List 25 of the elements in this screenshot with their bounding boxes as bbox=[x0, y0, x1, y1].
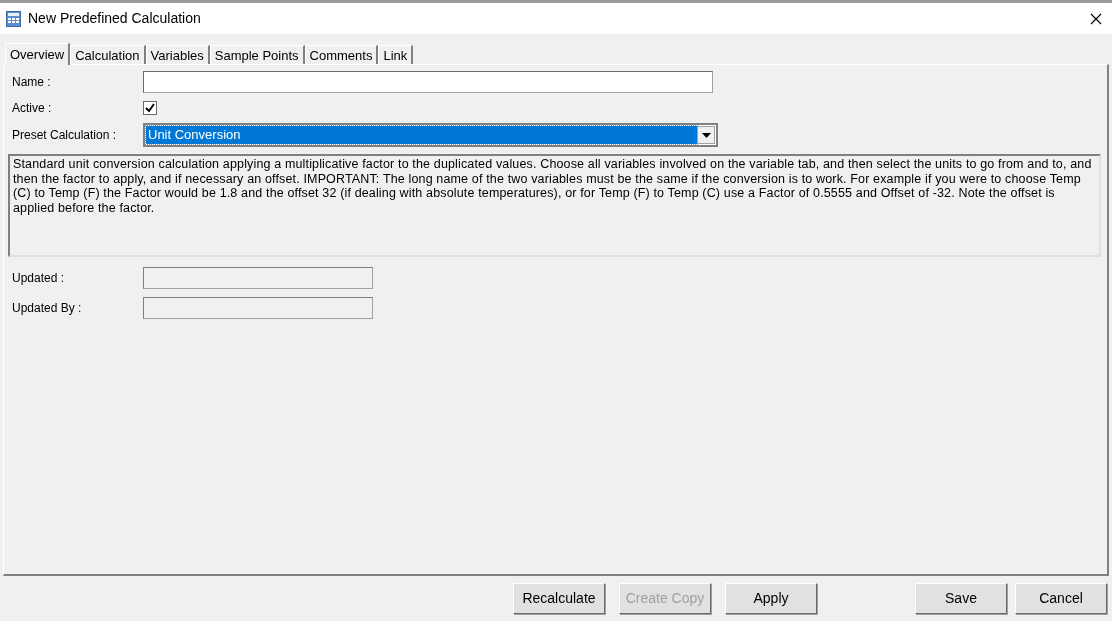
tab[interactable]: Calculation bbox=[70, 45, 146, 64]
field-label: Updated : bbox=[12, 270, 66, 287]
name-field[interactable] bbox=[143, 71, 713, 93]
description-box: Standard unit conversion calculation applying a multiplicative factor to the duplicated values. Choose all variables involved on the variable tab, and then select the units to go from and to, and then the factor to apply, and if necessary an offset. IMPORTANT: The long name of the two variables must be the same if the conversion is to work. For example if you were to choose Temp (C) to Temp (F) the Factor would be 1.8 and the offset 32 (if dealing with absolute temperatures), or for Temp (F) to Temp (C) use a Factor of 0.5555 and Offset of -32. Note the offset is applied before the factor. bbox=[8, 154, 1101, 257]
dropdown-arrow-icon bbox=[701, 132, 711, 138]
preset-dropdown[interactable]: Unit Conversion bbox=[143, 123, 718, 147]
dialog-button[interactable]: Cancel bbox=[1015, 583, 1107, 614]
updated-by-field[interactable] bbox=[143, 297, 373, 319]
tab[interactable]: Sample Points bbox=[209, 45, 305, 64]
action-button[interactable]: Recalculate bbox=[513, 583, 605, 614]
tab[interactable]: Link bbox=[378, 45, 414, 64]
field-label: Name : bbox=[12, 74, 52, 91]
field-label: Updated By : bbox=[12, 300, 83, 317]
tab[interactable]: Overview bbox=[5, 43, 71, 65]
field-label: Preset Calculation : bbox=[12, 127, 118, 144]
tab[interactable]: Variables bbox=[145, 45, 210, 64]
action-button[interactable]: Apply bbox=[725, 583, 817, 614]
tab[interactable]: Comments bbox=[304, 45, 379, 64]
calculator-icon bbox=[6, 10, 21, 27]
checkbox[interactable] bbox=[143, 101, 157, 115]
window-title: New Predefined Calculation bbox=[28, 9, 202, 28]
close-icon[interactable] bbox=[1090, 12, 1102, 25]
dialog-button[interactable]: Save bbox=[915, 583, 1007, 614]
updated-field[interactable] bbox=[143, 267, 373, 289]
field-label: Active : bbox=[12, 100, 53, 117]
